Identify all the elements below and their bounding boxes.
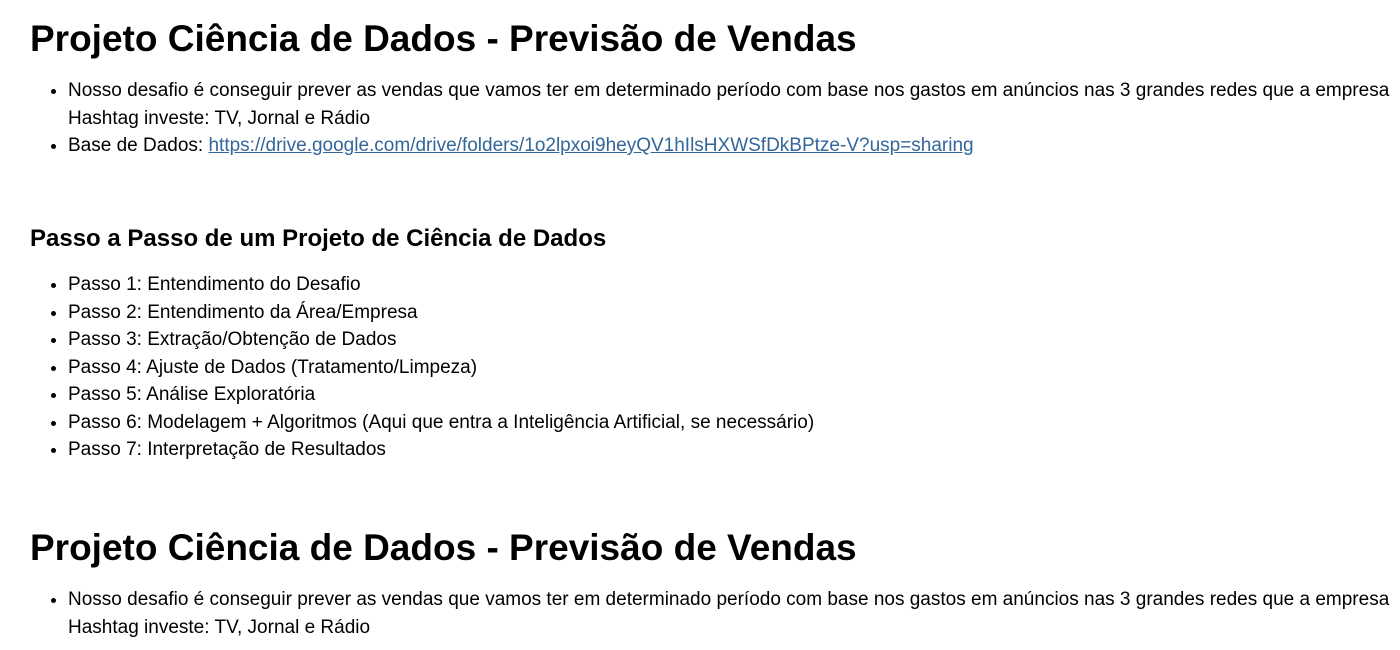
intro-list: Nosso desafio é conseguir prever as vend… — [30, 77, 1400, 160]
database-label: Base de Dados: — [68, 135, 209, 156]
repeated-intro-list: Nosso desafio é conseguir prever as vend… — [30, 586, 1400, 641]
list-item-challenge: Nosso desafio é conseguir prever as vend… — [68, 77, 1400, 132]
list-item-step-3: Passo 3: Extração/Obtenção de Dados — [68, 326, 1400, 354]
list-item-database: Base de Dados: https://drive.google.com/… — [68, 132, 1400, 160]
page-title: Projeto Ciência de Dados - Previsão de V… — [30, 18, 857, 59]
list-item-challenge-repeat: Nosso desafio é conseguir prever as vend… — [68, 586, 1400, 641]
list-item-step-6: Passo 6: Modelagem + Algoritmos (Aqui qu… — [68, 409, 1400, 437]
list-item-step-1: Passo 1: Entendimento do Desafio — [68, 271, 1400, 299]
database-link[interactable]: https://drive.google.com/drive/folders/1… — [208, 135, 973, 156]
list-item-step-4: Passo 4: Ajuste de Dados (Tratamento/Lim… — [68, 354, 1400, 382]
list-item-step-7: Passo 7: Interpretação de Resultados — [68, 436, 1400, 464]
list-item-step-5: Passo 5: Análise Exploratória — [68, 381, 1400, 409]
steps-list: Passo 1: Entendimento do Desafio Passo 2… — [30, 271, 1400, 464]
steps-heading: Passo a Passo de um Projeto de Ciência d… — [30, 225, 607, 252]
list-item-step-2: Passo 2: Entendimento da Área/Empresa — [68, 299, 1400, 327]
repeated-page-title: Projeto Ciência de Dados - Previsão de V… — [30, 527, 857, 568]
